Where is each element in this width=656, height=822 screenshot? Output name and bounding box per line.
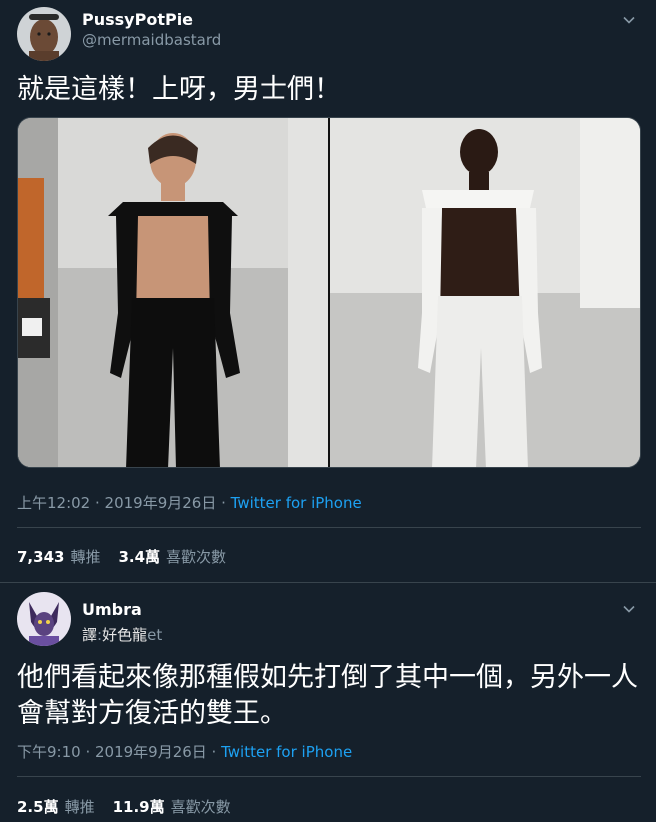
translation-note: 譯:好色龍et [82,624,162,645]
retweets-label: 轉推 [64,798,95,816]
handle-tail: et [147,626,163,644]
translator-name: 好色龍 [102,626,148,644]
likes-count: 11.9萬 [112,798,165,816]
translate-label: 譯 [82,626,98,644]
likes-stat[interactable]: 11.9萬 喜歡次數 [113,798,231,816]
chevron-down-icon[interactable] [622,601,636,615]
retweets-stat[interactable]: 2.5萬 轉推 [17,798,95,816]
source-link[interactable]: Twitter for iPhone [221,743,352,761]
retweets-count: 2.5萬 [17,798,59,816]
display-name[interactable]: Umbra [82,600,142,619]
divider [17,776,641,777]
tweet-reply: Umbra 譯:好色龍et 他們看起來像那種假如先打倒了其中一個，另外一人會幫對… [0,0,656,822]
tweet-timestamp[interactable]: 下午9:10 · 2019年9月26日 · Twitter for iPhone [17,741,352,762]
tweet-text: 他們看起來像那種假如先打倒了其中一個，另外一人會幫對方復活的雙王。 [17,662,638,729]
tweet-stats: 2.5萬 轉推 11.9萬 喜歡次數 [17,796,231,817]
likes-label: 喜歡次數 [170,798,231,816]
timestamp-text[interactable]: 下午9:10 · 2019年9月26日 · [17,743,221,761]
avatar[interactable] [17,592,71,646]
